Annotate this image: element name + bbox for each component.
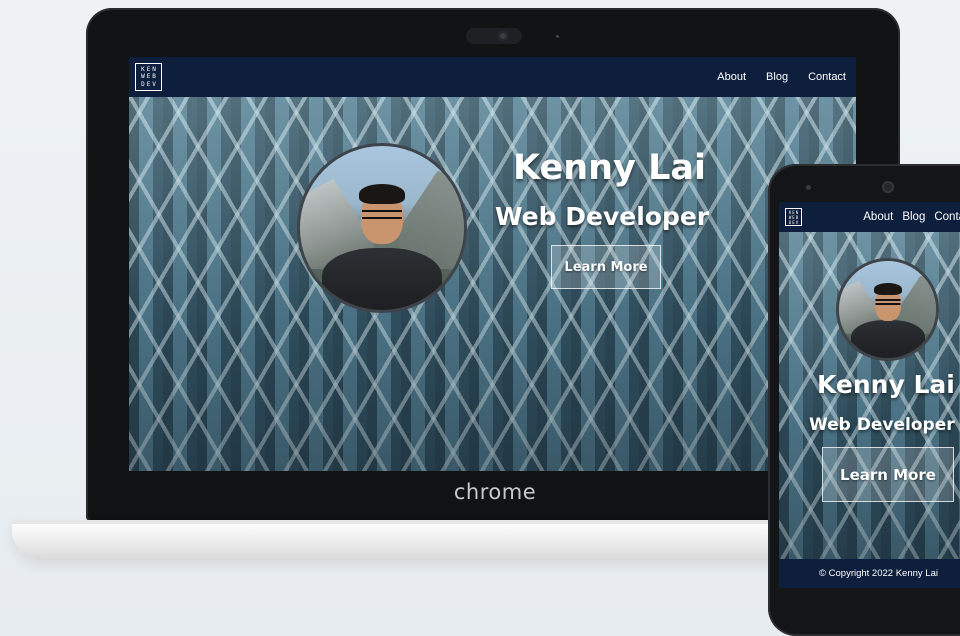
logo-line: WEB — [141, 73, 158, 81]
webcam-icon — [498, 31, 508, 41]
hero-name: Kenny Lai — [513, 148, 706, 188]
hero-section: Kenny Lai Web Developer Learn More — [129, 97, 856, 471]
nav-link-blog[interactable]: Blog — [766, 71, 788, 83]
nav-link-about[interactable]: About — [863, 211, 893, 223]
nav-links: About Blog Contact — [854, 211, 960, 223]
site-footer: © Copyright 2022 Kenny Lai — [779, 559, 960, 588]
phone-screen: KEN WEB DEV About Blog Contact Kenny Lai… — [779, 202, 960, 588]
logo-line: KEN — [141, 65, 158, 73]
site-logo[interactable]: KEN WEB DEV — [785, 208, 802, 226]
chrome-brand-label: chrome — [453, 480, 537, 504]
nav-link-contact[interactable]: Contact — [808, 71, 846, 83]
phone-camera-icon — [882, 181, 894, 193]
laptop-screen: KEN WEB DEV About Blog Contact Kenny Lai… — [129, 57, 856, 471]
learn-more-button[interactable]: Learn More — [822, 447, 954, 502]
logo-line: DEV — [141, 80, 158, 88]
hero-name: Kenny Lai — [817, 370, 955, 399]
webcam-housing — [466, 28, 522, 44]
copyright-text: © Copyright 2022 Kenny Lai — [819, 568, 938, 579]
site-navbar: KEN WEB DEV About Blog Contact — [129, 57, 856, 97]
hero-role: Web Developer — [495, 202, 710, 231]
logo-line: DEV — [788, 219, 800, 225]
hero-role: Web Developer — [809, 415, 955, 435]
nav-link-contact[interactable]: Contact — [934, 211, 960, 223]
nav-links: About Blog Contact — [697, 71, 846, 83]
phone-sensor — [806, 185, 811, 190]
mobile-navbar: KEN WEB DEV About Blog Contact — [779, 202, 960, 232]
webcam-light — [556, 35, 559, 38]
site-logo[interactable]: KEN WEB DEV — [135, 63, 162, 91]
profile-avatar — [836, 258, 939, 361]
hero-section: Kenny Lai Web Developer Learn More — [779, 232, 960, 559]
learn-more-button[interactable]: Learn More — [551, 245, 661, 289]
nav-link-blog[interactable]: Blog — [902, 211, 925, 223]
profile-avatar — [297, 143, 467, 313]
nav-link-about[interactable]: About — [717, 71, 746, 83]
